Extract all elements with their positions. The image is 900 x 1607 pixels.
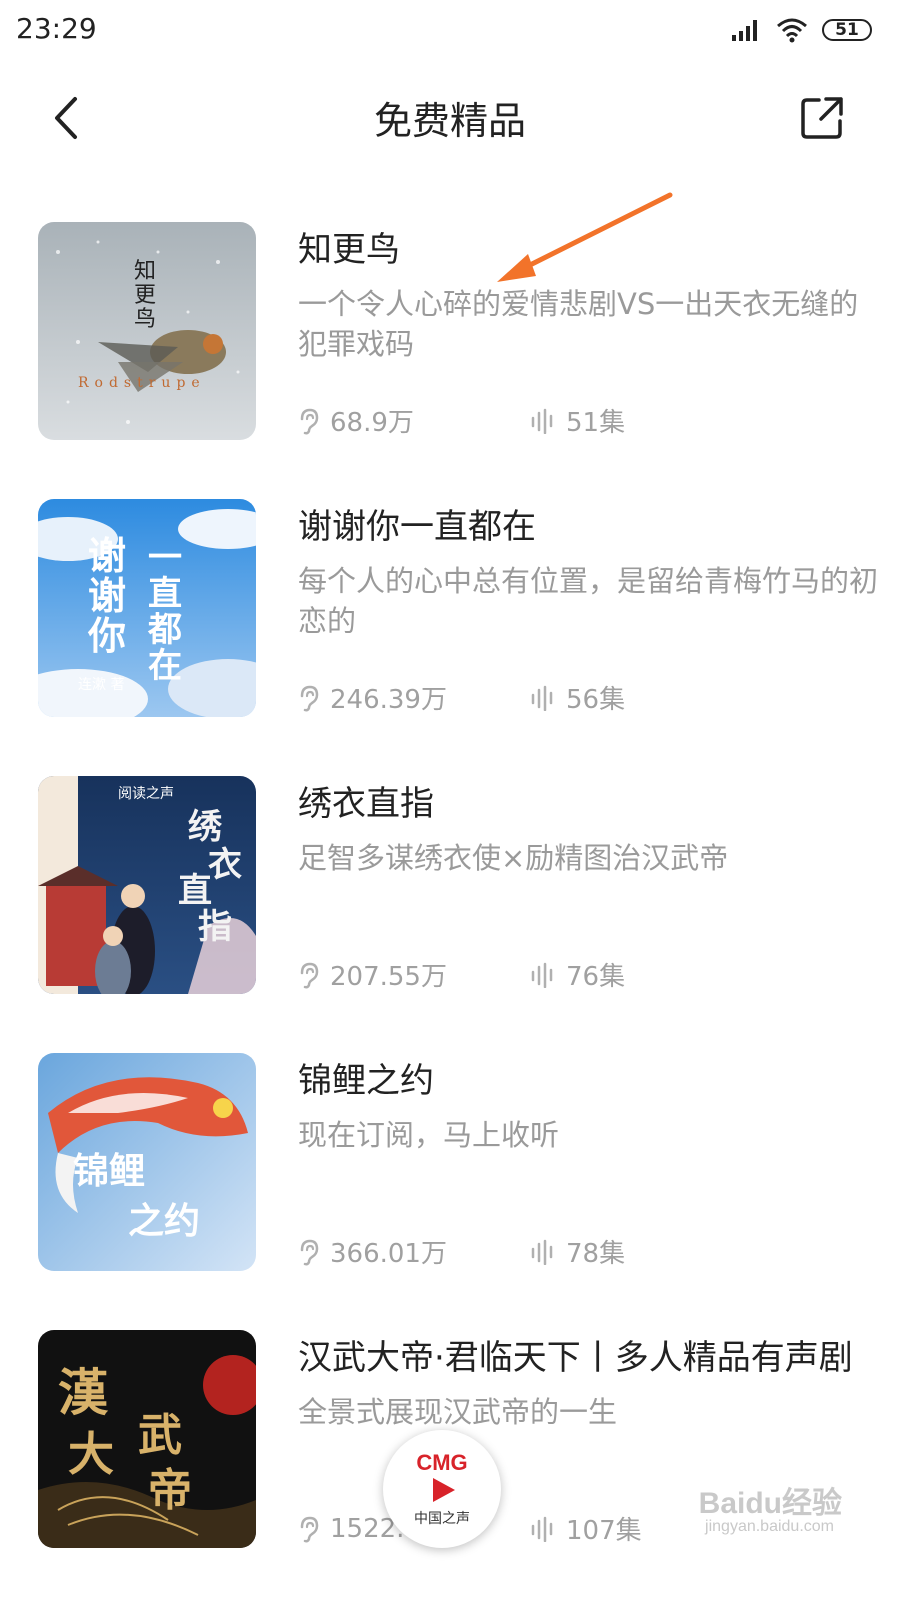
svg-text:大: 大 [68, 1427, 114, 1481]
status-bar: 23:29 51 [0, 0, 900, 60]
play-count: 366.01万 [330, 1239, 447, 1269]
nav-bar: 免费精品 [0, 70, 900, 160]
svg-text:鸟: 鸟 [134, 307, 156, 332]
audio-wave-icon [531, 1239, 553, 1265]
episode-count: 51集 [566, 408, 626, 438]
svg-text:直: 直 [178, 871, 212, 911]
svg-text:Rodstrupe: Rodstrupe [78, 375, 206, 391]
cmg-logo: CMG [416, 1450, 468, 1475]
list-item[interactable]: 阅读之声 绣 衣 直 指 绣衣直指 足智多谋绣衣使×励精图治汉武帝 207.55… [0, 776, 900, 1053]
svg-text:之约: 之约 [128, 1200, 200, 1242]
back-button[interactable] [36, 88, 96, 148]
battery-icon: 51 [822, 19, 872, 41]
list-item[interactable]: 锦鲤 之约 锦鲤之约 现在订阅，马上收听 366.01万 78集 [0, 1053, 900, 1330]
item-title: 锦鲤之约 [298, 1061, 434, 1101]
item-title: 绣衣直指 [298, 784, 434, 824]
svg-text:绣: 绣 [188, 807, 223, 847]
play-icon [433, 1478, 455, 1502]
audio-wave-icon [531, 1516, 553, 1542]
cover-image: 锦鲤 之约 [38, 1053, 256, 1271]
wifi-icon [777, 18, 807, 43]
cover-title: 知 [134, 259, 156, 284]
svg-text:谢: 谢 [88, 573, 126, 618]
item-description: 全景式展现汉武帝的一生 [298, 1395, 618, 1429]
signal-icon [732, 20, 757, 41]
svg-text:谢: 谢 [88, 533, 126, 578]
episode-count: 56集 [566, 685, 626, 715]
ear-icon [300, 1516, 319, 1542]
play-count: 68.9万 [330, 408, 414, 438]
floating-player-label: 中国之声 [414, 1511, 470, 1527]
item-description: 足智多谋绣衣使×励精图治汉武帝 [298, 841, 729, 875]
episode-count: 107集 [566, 1516, 642, 1546]
svg-text:武: 武 [138, 1410, 182, 1461]
item-title: 谢谢你一直都在 [298, 507, 536, 547]
floating-player-button[interactable]: CMG 中国之声 [383, 1430, 501, 1548]
cover-image: 谢 谢 你 一 直 都 在 连漱 著 [38, 499, 256, 717]
svg-text:阅读之声: 阅读之声 [118, 785, 174, 802]
svg-text:衣: 衣 [208, 845, 242, 885]
ear-icon [300, 685, 319, 711]
svg-text:帝: 帝 [148, 1465, 192, 1516]
share-icon [801, 97, 843, 139]
audio-wave-icon [531, 408, 553, 434]
svg-text:指: 指 [198, 907, 232, 947]
cover-image: 知 更 鸟 Rodstrupe [38, 222, 256, 440]
page-title: 免费精品 [373, 99, 526, 143]
svg-text:连漱 著: 连漱 著 [78, 677, 124, 693]
svg-text:一: 一 [148, 538, 182, 578]
status-time: 23:29 [16, 12, 97, 45]
episode-count: 78集 [566, 1239, 626, 1269]
item-description: 现在订阅，马上收听 [298, 1118, 560, 1152]
play-count: 207.55万 [330, 962, 447, 992]
play-count: 246.39万 [330, 685, 447, 715]
list-item[interactable]: 谢 谢 你 一 直 都 在 连漱 著 谢谢你一直都在 每个人的心中总有位置，是留… [0, 499, 900, 776]
ear-icon [300, 408, 319, 434]
watermark-brand: Baidu经验 [698, 1487, 842, 1520]
svg-text:锦鲤: 锦鲤 [73, 1150, 145, 1192]
cover-image: 漢 大 武 帝 [38, 1330, 256, 1548]
watermark-url: jingyan.baidu.com [705, 1518, 834, 1535]
chevron-left-icon [55, 97, 77, 139]
ear-icon [300, 962, 319, 988]
ear-icon [300, 1239, 319, 1265]
audio-wave-icon [531, 962, 553, 988]
cover-image: 阅读之声 绣 衣 直 指 [38, 776, 256, 994]
audio-wave-icon [531, 685, 553, 711]
share-button[interactable] [794, 90, 850, 146]
svg-text:更: 更 [134, 283, 156, 308]
item-description: 每个人的心中总有位置，是留给青梅竹马的初恋的 [298, 564, 879, 638]
list-item[interactable]: 知 更 鸟 Rodstrupe 知更鸟 一个令人心碎的爱情悲剧VS一出天衣无缝的… [0, 222, 900, 499]
episode-count: 76集 [566, 962, 626, 992]
svg-text:都: 都 [147, 610, 182, 650]
status-icons: 51 [730, 14, 872, 46]
svg-text:你: 你 [87, 613, 126, 658]
item-description: 一个令人心碎的爱情悲剧VS一出天衣无缝的犯罪戏码 [298, 287, 859, 361]
svg-text:在: 在 [148, 646, 182, 686]
svg-text:直: 直 [148, 574, 182, 614]
program-list: 知 更 鸟 Rodstrupe 知更鸟 一个令人心碎的爱情悲剧VS一出天衣无缝的… [0, 222, 900, 1607]
item-title: 汉武大帝·君临天下丨多人精品有声剧 [298, 1338, 853, 1378]
svg-text:漢: 漢 [58, 1363, 109, 1422]
item-title: 知更鸟 [298, 230, 400, 270]
